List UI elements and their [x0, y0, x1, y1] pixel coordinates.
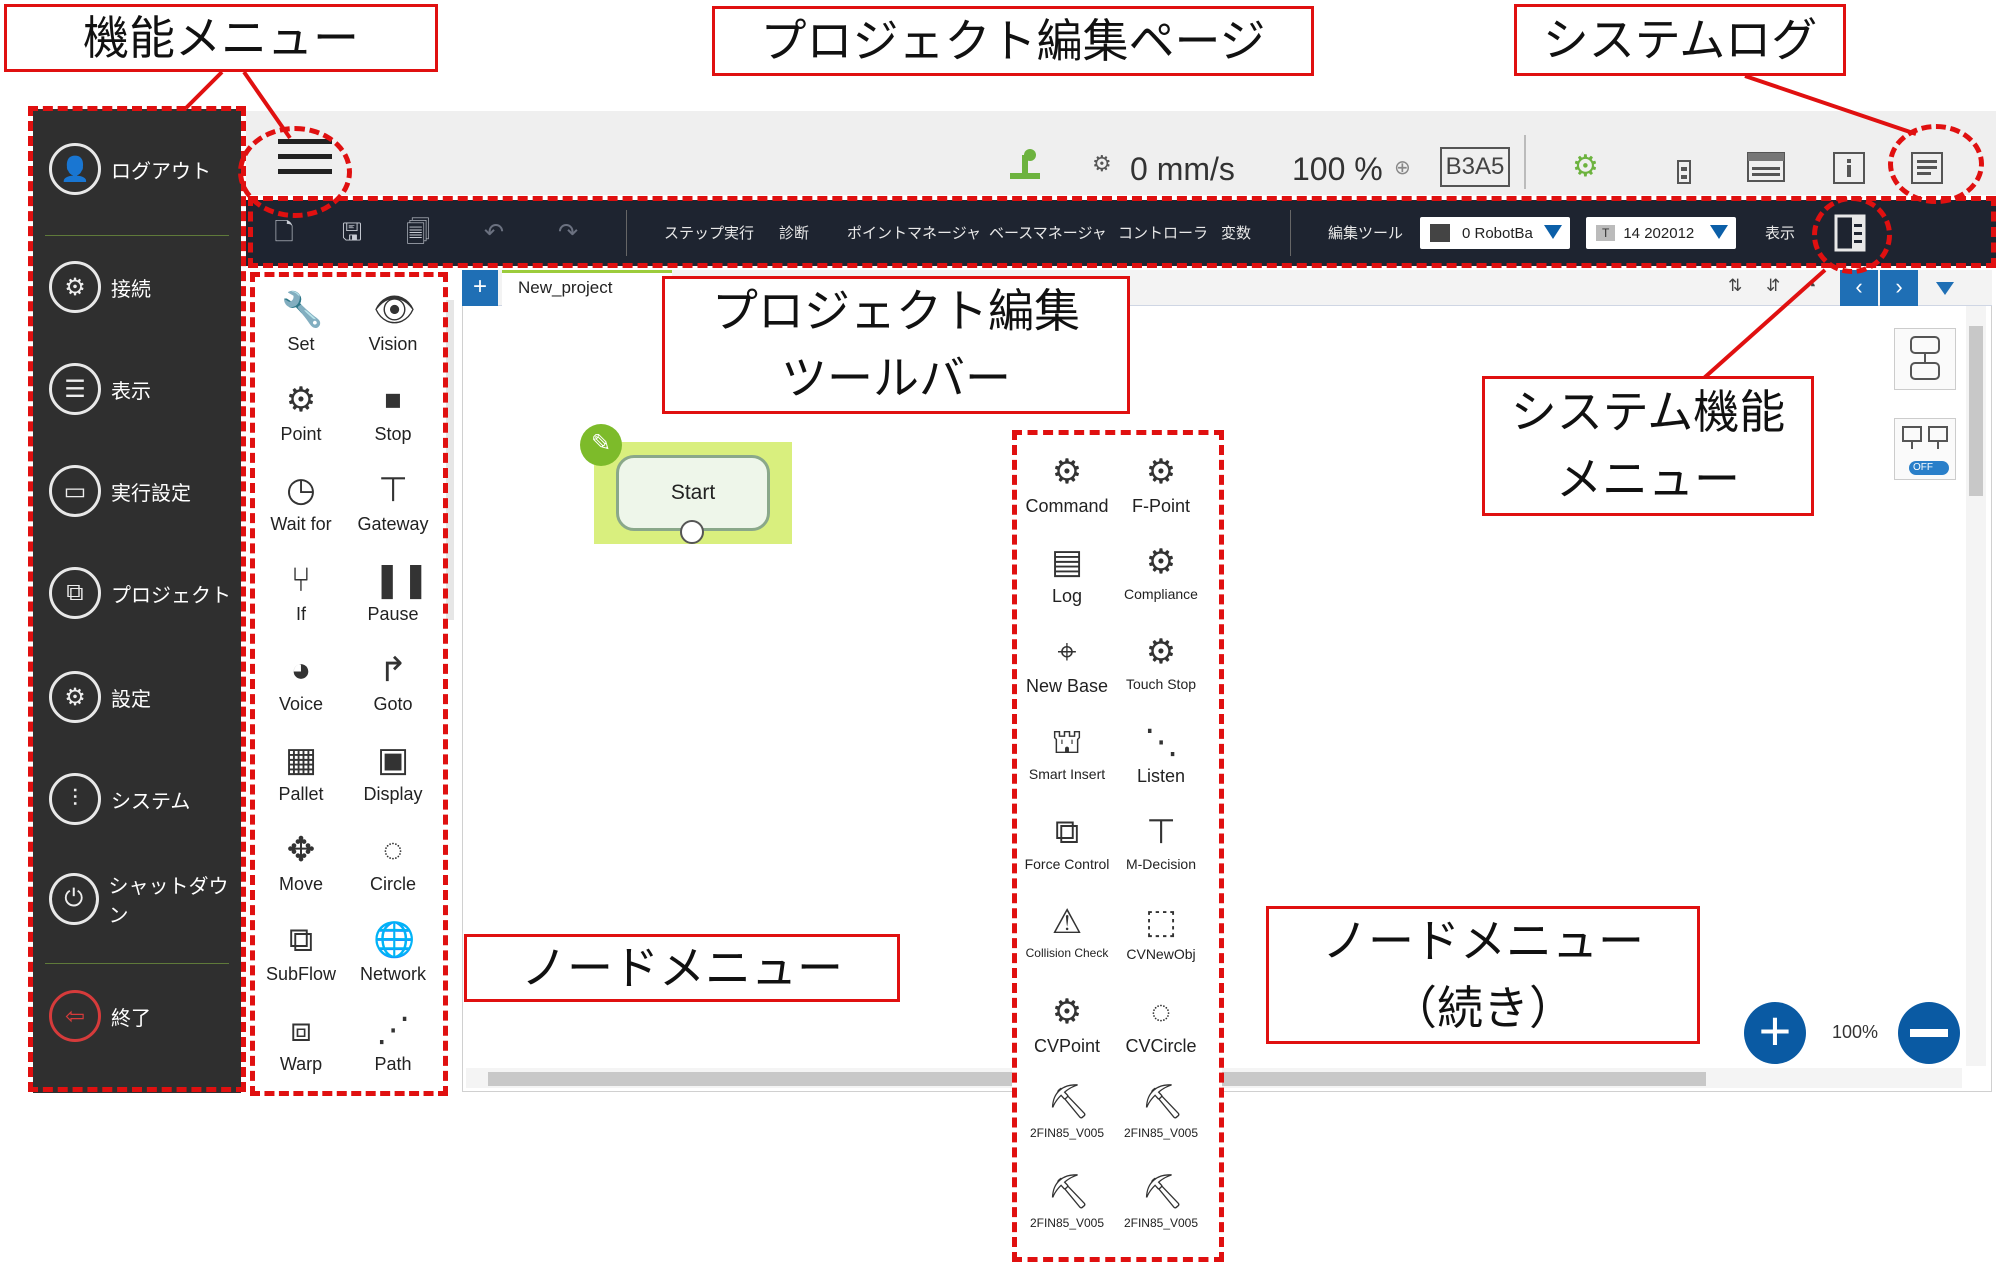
- callout-node-menu-continued: ノードメニュー （続き）: [1266, 906, 1700, 1044]
- callout-function-menu: 機能メニュー: [4, 4, 438, 72]
- callout-project-edit-toolbar: プロジェクト編集 ツールバー: [662, 276, 1130, 414]
- callout-project-edit-page: プロジェクト編集ページ: [712, 6, 1314, 76]
- callout-leader-lines: [184, 70, 1917, 380]
- callout-system-function-menu: システム機能 メニュー: [1482, 376, 1814, 516]
- callout-node-menu: ノードメニュー: [464, 934, 900, 1002]
- callout-system-log: システムログ: [1514, 4, 1846, 76]
